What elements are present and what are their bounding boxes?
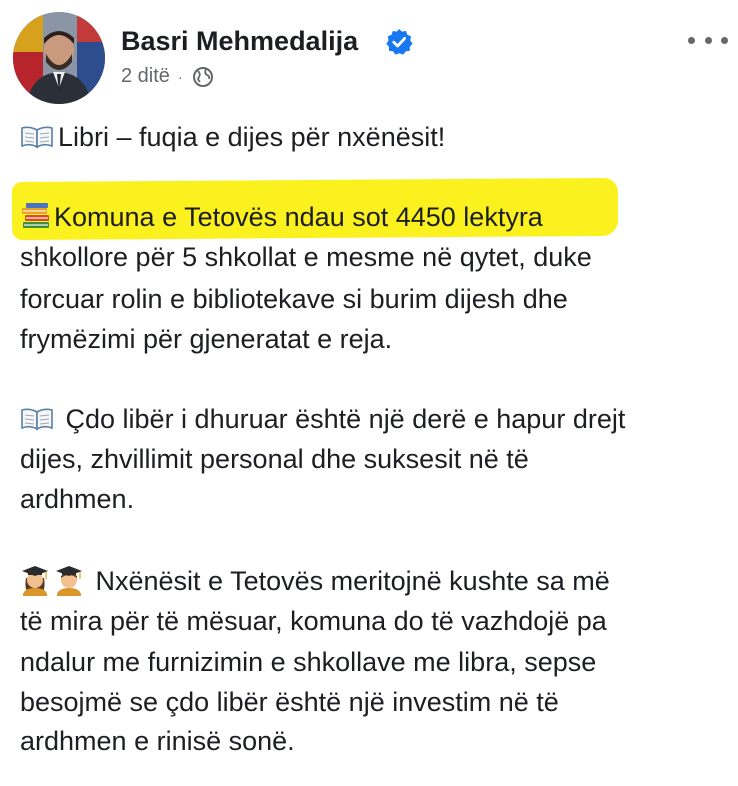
post-text-line: Libri – fuqia e dijes për nxënësit! <box>20 118 445 156</box>
meta-separator: · <box>177 68 183 85</box>
author-avatar[interactable] <box>13 12 105 104</box>
post-text-line: forcuar rolin e bibliotekave si burim di… <box>20 284 568 314</box>
verified-badge-icon <box>386 29 413 55</box>
more-options-icon[interactable] <box>688 30 728 50</box>
post-meta: 2 ditë · <box>121 65 214 88</box>
post-text-line: të mira për të mësuar, komuna do të vazh… <box>20 606 607 636</box>
post-text-line: Nxënësit e Tetovës meritojnë kushte sa m… <box>20 562 610 600</box>
man-student-emoji <box>56 566 82 596</box>
post-text-line: dijes, zhvillimit personal dhe suksesit … <box>20 444 529 474</box>
post-text-line: ardhmen. <box>20 484 135 514</box>
globe-icon <box>192 66 213 87</box>
facebook-post: Basri Mehmedalija 2 ditë · Libri – fuqia… <box>0 0 738 786</box>
author-name-link[interactable]: Basri Mehmedalija <box>121 26 358 57</box>
woman-student-emoji <box>22 566 48 596</box>
post-text-line: ndalur me furnizimin e shkollave me libr… <box>20 647 597 677</box>
post-text-line: ardhmen e rinisë sonë. <box>20 726 295 756</box>
post-text-line: Komuna e Tetovës ndau sot 4450 lektyra <box>20 198 543 236</box>
open-book-emoji <box>21 126 53 149</box>
post-text-line: Çdo libër i dhuruar është një derë e hap… <box>20 400 625 438</box>
post-text-line: frymëzimi për gjeneratat e reja. <box>20 324 393 354</box>
books-emoji <box>22 203 49 228</box>
open-book-emoji <box>21 408 53 431</box>
post-text-line: shkollore për 5 shkollat e mesme në qyte… <box>20 242 592 272</box>
post-time[interactable]: 2 ditë <box>121 65 170 88</box>
post-text-line: besojmë se çdo libër është një investim … <box>20 687 559 717</box>
